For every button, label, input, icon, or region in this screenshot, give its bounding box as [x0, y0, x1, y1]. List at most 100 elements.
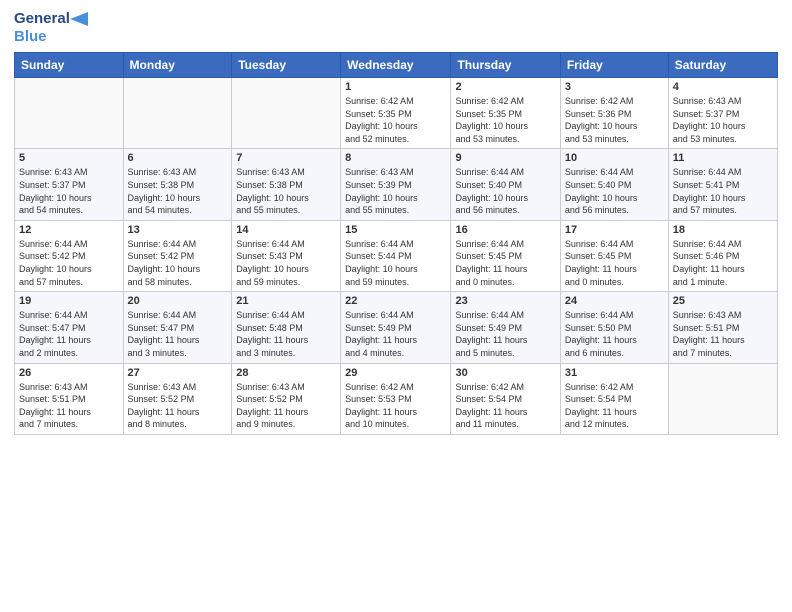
- calendar-week-5: 26 Sunrise: 6:43 AM Sunset: 5:51 PM Dayli…: [15, 363, 778, 434]
- calendar-cell: 10 Sunrise: 6:44 AM Sunset: 5:40 PM Dayli…: [560, 149, 668, 220]
- day-info: Sunrise: 6:44 AM Sunset: 5:49 PM Dayligh…: [455, 309, 555, 359]
- day-number: 24: [565, 295, 664, 307]
- calendar-cell: 4 Sunrise: 6:43 AM Sunset: 5:37 PM Daylig…: [668, 78, 777, 149]
- day-number: 23: [455, 295, 555, 307]
- calendar-cell: 7 Sunrise: 6:43 AM Sunset: 5:38 PM Daylig…: [232, 149, 341, 220]
- day-info: Sunrise: 6:43 AM Sunset: 5:51 PM Dayligh…: [673, 309, 773, 359]
- day-number: 6: [128, 152, 228, 164]
- day-number: 8: [345, 152, 446, 164]
- day-number: 27: [128, 367, 228, 379]
- calendar-cell: 12 Sunrise: 6:44 AM Sunset: 5:42 PM Dayli…: [15, 220, 124, 291]
- calendar-cell: 26 Sunrise: 6:43 AM Sunset: 5:51 PM Dayli…: [15, 363, 124, 434]
- calendar-cell: 2 Sunrise: 6:42 AM Sunset: 5:35 PM Daylig…: [451, 78, 560, 149]
- calendar-header-saturday: Saturday: [668, 53, 777, 78]
- day-number: 26: [19, 367, 119, 379]
- calendar-cell: 17Sunrise: 6:44 AM Sunset: 5:45 PM Dayli…: [560, 220, 668, 291]
- calendar-cell: 30 Sunrise: 6:42 AM Sunset: 5:54 PM Dayli…: [451, 363, 560, 434]
- day-number: 22: [345, 295, 446, 307]
- calendar-cell: 11 Sunrise: 6:44 AM Sunset: 5:41 PM Dayli…: [668, 149, 777, 220]
- calendar-cell: 21 Sunrise: 6:44 AM Sunset: 5:48 PM Dayli…: [232, 292, 341, 363]
- day-number: 17: [565, 224, 664, 236]
- calendar-cell: 13 Sunrise: 6:44 AM Sunset: 5:42 PM Dayli…: [123, 220, 232, 291]
- day-info: Sunrise: 6:43 AM Sunset: 5:37 PM Dayligh…: [673, 95, 773, 145]
- day-number: 5: [19, 152, 119, 164]
- calendar-week-1: 1 Sunrise: 6:42 AM Sunset: 5:35 PM Daylig…: [15, 78, 778, 149]
- day-info: Sunrise: 6:44 AM Sunset: 5:44 PM Dayligh…: [345, 238, 446, 288]
- calendar-cell: 5 Sunrise: 6:43 AM Sunset: 5:37 PM Daylig…: [15, 149, 124, 220]
- day-info: Sunrise: 6:44 AM Sunset: 5:41 PM Dayligh…: [673, 166, 773, 216]
- calendar-cell: 15Sunrise: 6:44 AM Sunset: 5:44 PM Dayli…: [341, 220, 451, 291]
- day-number: 20: [128, 295, 228, 307]
- day-number: 31: [565, 367, 664, 379]
- calendar-cell: 18 Sunrise: 6:44 AM Sunset: 5:46 PM Dayli…: [668, 220, 777, 291]
- day-info: Sunrise: 6:44 AM Sunset: 5:40 PM Dayligh…: [565, 166, 664, 216]
- day-number: 9: [455, 152, 555, 164]
- day-info: Sunrise: 6:44 AM Sunset: 5:47 PM Dayligh…: [19, 309, 119, 359]
- day-number: 7: [236, 152, 336, 164]
- day-info: Sunrise: 6:42 AM Sunset: 5:35 PM Dayligh…: [345, 95, 446, 145]
- calendar-week-3: 12 Sunrise: 6:44 AM Sunset: 5:42 PM Dayli…: [15, 220, 778, 291]
- day-info: Sunrise: 6:43 AM Sunset: 5:38 PM Dayligh…: [128, 166, 228, 216]
- calendar-cell: 22 Sunrise: 6:44 AM Sunset: 5:49 PM Dayli…: [341, 292, 451, 363]
- calendar-cell: 19 Sunrise: 6:44 AM Sunset: 5:47 PM Dayli…: [15, 292, 124, 363]
- calendar-cell: 16Sunrise: 6:44 AM Sunset: 5:45 PM Dayli…: [451, 220, 560, 291]
- day-number: 11: [673, 152, 773, 164]
- calendar-week-2: 5 Sunrise: 6:43 AM Sunset: 5:37 PM Daylig…: [15, 149, 778, 220]
- day-info: Sunrise: 6:42 AM Sunset: 5:54 PM Dayligh…: [565, 381, 664, 431]
- day-number: 28: [236, 367, 336, 379]
- calendar-cell: 3 Sunrise: 6:42 AM Sunset: 5:36 PM Daylig…: [560, 78, 668, 149]
- day-number: 2: [455, 81, 555, 93]
- calendar-cell: [668, 363, 777, 434]
- day-number: 19: [19, 295, 119, 307]
- day-info: Sunrise: 6:42 AM Sunset: 5:36 PM Dayligh…: [565, 95, 664, 145]
- day-info: Sunrise: 6:44 AM Sunset: 5:45 PM Dayligh…: [455, 238, 555, 288]
- day-number: 14: [236, 224, 336, 236]
- calendar-cell: 23 Sunrise: 6:44 AM Sunset: 5:49 PM Dayli…: [451, 292, 560, 363]
- calendar-week-4: 19 Sunrise: 6:44 AM Sunset: 5:47 PM Dayli…: [15, 292, 778, 363]
- logo-text: General Blue: [14, 10, 88, 46]
- calendar-header-monday: Monday: [123, 53, 232, 78]
- day-number: 13: [128, 224, 228, 236]
- day-number: 10: [565, 152, 664, 164]
- day-info: Sunrise: 6:42 AM Sunset: 5:35 PM Dayligh…: [455, 95, 555, 145]
- calendar-header-row: SundayMondayTuesdayWednesdayThursdayFrid…: [15, 53, 778, 78]
- calendar-cell: 24Sunrise: 6:44 AM Sunset: 5:50 PM Dayli…: [560, 292, 668, 363]
- day-info: Sunrise: 6:44 AM Sunset: 5:48 PM Dayligh…: [236, 309, 336, 359]
- day-info: Sunrise: 6:43 AM Sunset: 5:51 PM Dayligh…: [19, 381, 119, 431]
- day-info: Sunrise: 6:44 AM Sunset: 5:46 PM Dayligh…: [673, 238, 773, 288]
- calendar-header-wednesday: Wednesday: [341, 53, 451, 78]
- day-info: Sunrise: 6:43 AM Sunset: 5:52 PM Dayligh…: [128, 381, 228, 431]
- calendar-header-friday: Friday: [560, 53, 668, 78]
- calendar-header-tuesday: Tuesday: [232, 53, 341, 78]
- calendar-cell: [232, 78, 341, 149]
- day-info: Sunrise: 6:43 AM Sunset: 5:37 PM Dayligh…: [19, 166, 119, 216]
- day-number: 3: [565, 81, 664, 93]
- day-info: Sunrise: 6:43 AM Sunset: 5:39 PM Dayligh…: [345, 166, 446, 216]
- day-number: 1: [345, 81, 446, 93]
- header: General Blue: [14, 10, 778, 46]
- day-info: Sunrise: 6:44 AM Sunset: 5:43 PM Dayligh…: [236, 238, 336, 288]
- calendar-cell: 9Sunrise: 6:44 AM Sunset: 5:40 PM Daylig…: [451, 149, 560, 220]
- day-number: 4: [673, 81, 773, 93]
- calendar-cell: 25 Sunrise: 6:43 AM Sunset: 5:51 PM Dayli…: [668, 292, 777, 363]
- day-number: 30: [455, 367, 555, 379]
- day-info: Sunrise: 6:44 AM Sunset: 5:47 PM Dayligh…: [128, 309, 228, 359]
- calendar-cell: 27 Sunrise: 6:43 AM Sunset: 5:52 PM Dayli…: [123, 363, 232, 434]
- day-info: Sunrise: 6:42 AM Sunset: 5:54 PM Dayligh…: [455, 381, 555, 431]
- calendar-table: SundayMondayTuesdayWednesdayThursdayFrid…: [14, 52, 778, 435]
- day-info: Sunrise: 6:43 AM Sunset: 5:52 PM Dayligh…: [236, 381, 336, 431]
- day-info: Sunrise: 6:44 AM Sunset: 5:49 PM Dayligh…: [345, 309, 446, 359]
- day-number: 21: [236, 295, 336, 307]
- day-number: 12: [19, 224, 119, 236]
- day-number: 25: [673, 295, 773, 307]
- day-info: Sunrise: 6:44 AM Sunset: 5:42 PM Dayligh…: [128, 238, 228, 288]
- day-number: 18: [673, 224, 773, 236]
- calendar-cell: 1 Sunrise: 6:42 AM Sunset: 5:35 PM Daylig…: [341, 78, 451, 149]
- calendar-cell: 28 Sunrise: 6:43 AM Sunset: 5:52 PM Dayli…: [232, 363, 341, 434]
- calendar-cell: 20 Sunrise: 6:44 AM Sunset: 5:47 PM Dayli…: [123, 292, 232, 363]
- calendar-cell: 31 Sunrise: 6:42 AM Sunset: 5:54 PM Dayli…: [560, 363, 668, 434]
- day-info: Sunrise: 6:43 AM Sunset: 5:38 PM Dayligh…: [236, 166, 336, 216]
- calendar-cell: 14 Sunrise: 6:44 AM Sunset: 5:43 PM Dayli…: [232, 220, 341, 291]
- day-info: Sunrise: 6:44 AM Sunset: 5:42 PM Dayligh…: [19, 238, 119, 288]
- calendar-cell: 6 Sunrise: 6:43 AM Sunset: 5:38 PM Daylig…: [123, 149, 232, 220]
